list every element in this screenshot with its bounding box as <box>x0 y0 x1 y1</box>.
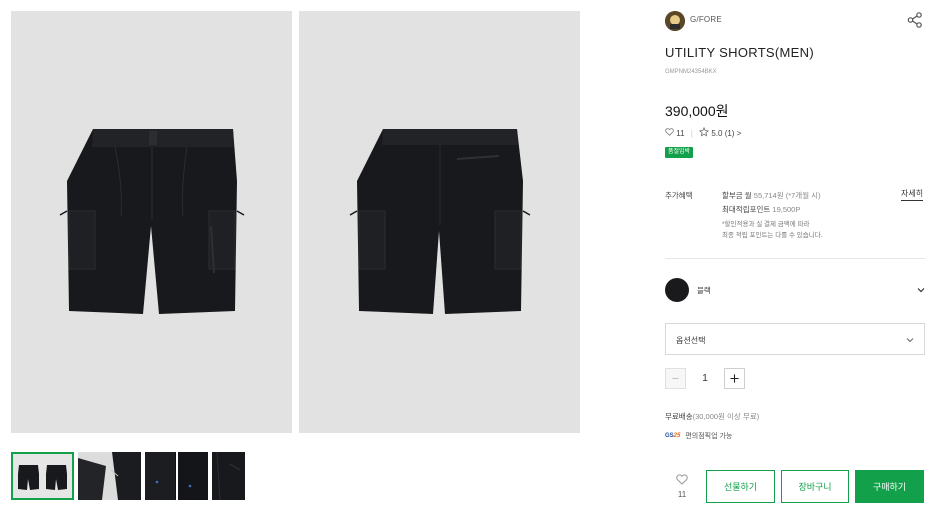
review-count-link[interactable]: (1) <box>725 129 735 138</box>
minus-icon <box>672 378 679 379</box>
gs25-logo-prefix: GS <box>665 433 674 439</box>
product-code: GMPNM24354BKX <box>665 69 717 75</box>
brand-row: G/FORE <box>665 11 925 31</box>
like-count-label: 11 <box>676 128 685 138</box>
points-note-line2: 최종 적립 포인트는 다를 수 있습니다. <box>722 232 823 239</box>
brand-logo-icon <box>665 11 685 31</box>
quantity-value[interactable]: 1 <box>686 368 724 389</box>
thumbnail-1[interactable] <box>11 452 74 500</box>
heart-icon <box>665 128 674 138</box>
product-image-back[interactable] <box>299 11 580 433</box>
gift-button[interactable]: 선물하기 <box>706 470 775 503</box>
installment-prefix: 할부금 월 <box>722 191 752 200</box>
gs25-logo-number: 25 <box>673 433 681 439</box>
convenience-pickup-info: GS25 편의점픽업 가능 <box>665 431 732 441</box>
share-icon[interactable] <box>906 11 924 29</box>
thumbnail-detail-illustration <box>145 452 208 500</box>
wishlist-count: 11 <box>677 490 687 499</box>
product-price: 390,000원 <box>665 103 729 119</box>
thumbnail-3[interactable] <box>145 452 208 500</box>
thumbnail-closeup-illustration <box>212 452 245 500</box>
star-icon <box>699 126 710 139</box>
brand-logo[interactable] <box>665 11 685 31</box>
gs25-logo: GS25 <box>665 433 680 439</box>
wishlist-button[interactable]: 11 <box>667 471 697 503</box>
product-image-front[interactable] <box>11 11 292 433</box>
free-shipping-label: 무료배송 <box>665 412 693 421</box>
points-value: 19,500P <box>772 205 801 214</box>
thumbnail-front-back-illustration <box>11 452 74 500</box>
buy-now-button[interactable]: 구매하기 <box>855 470 924 503</box>
option-select[interactable]: 옵션선택 <box>665 323 925 355</box>
brand-name[interactable]: G/FORE <box>690 15 722 24</box>
color-name: 블랙 <box>697 286 711 295</box>
heart-outline-icon <box>676 474 688 485</box>
product-stats: 11 | 5.0 (1) > <box>665 126 742 139</box>
points-info: 최대적립포인트 19,500P <box>722 204 800 215</box>
pickup-text: 편의점픽업 가능 <box>685 433 733 440</box>
benefit-detail-link[interactable]: 자세히 <box>901 188 924 201</box>
thumbnail-4[interactable] <box>212 452 245 500</box>
thumbnail-model-illustration <box>78 452 141 500</box>
free-shipping-detail: (30,000원 이상 무료) <box>692 412 760 421</box>
product-title: UTILITY SHORTS(MEN) <box>665 45 814 60</box>
thumbnail-2[interactable] <box>78 452 141 500</box>
status-badge: 품절임박 <box>665 147 694 158</box>
installment-detail: 55,714원 (*7개월 시) <box>753 191 821 200</box>
section-divider <box>665 258 925 259</box>
points-note-line1: *할인적용과 실 결제 금액에 따라 <box>722 221 810 228</box>
points-prefix: 최대적립포인트 <box>722 205 771 214</box>
plus-icon <box>730 374 739 383</box>
quantity-increase-button[interactable] <box>724 368 745 389</box>
stats-separator: | <box>690 128 693 138</box>
option-select-label: 옵션선택 <box>676 336 706 345</box>
installment-info: 할부금 월 55,714원 (*7개월 시) <box>722 190 821 201</box>
benefits-label: 추가혜택 <box>665 191 693 200</box>
color-selector[interactable]: 블랙 <box>665 278 925 302</box>
shorts-front-illustration <box>59 129 245 314</box>
quantity-decrease-button[interactable] <box>665 368 686 389</box>
shipping-info: 무료배송(30,000원 이상 무료) <box>665 411 759 422</box>
shorts-back-illustration <box>349 129 531 314</box>
rating-value: 5.0 <box>711 128 723 138</box>
chevron-down-icon <box>917 288 925 293</box>
review-chevron-icon[interactable]: > <box>737 129 742 138</box>
color-swatch[interactable] <box>665 278 689 302</box>
chevron-down-icon <box>906 338 914 343</box>
add-to-cart-button[interactable]: 장바구니 <box>781 470 849 503</box>
